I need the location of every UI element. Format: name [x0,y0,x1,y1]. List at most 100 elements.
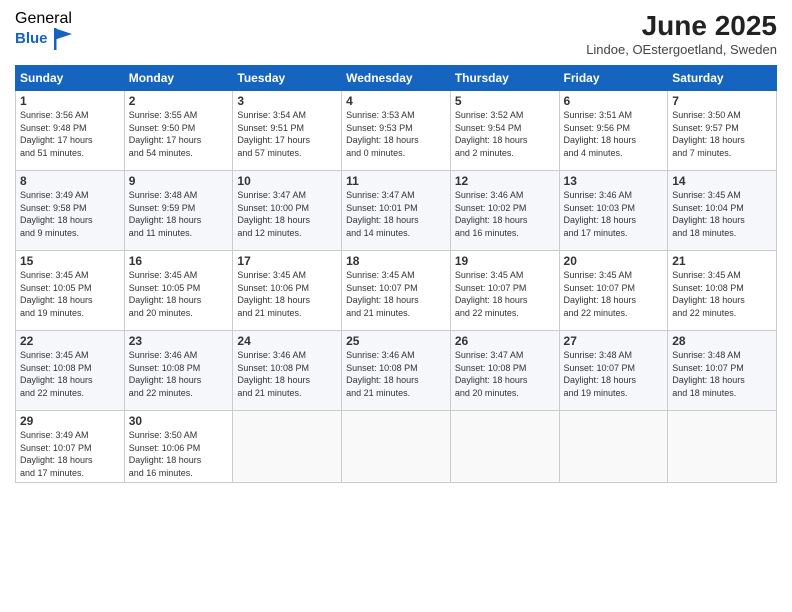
day-number: 24 [237,334,337,348]
day-number: 28 [672,334,772,348]
day-info: Sunrise: 3:56 AM Sunset: 9:48 PM Dayligh… [20,109,120,159]
calendar-day-header: Sunday [16,66,125,91]
day-number: 17 [237,254,337,268]
calendar-day-cell: 16Sunrise: 3:45 AM Sunset: 10:05 PM Dayl… [124,251,233,331]
calendar-day-cell: 28Sunrise: 3:48 AM Sunset: 10:07 PM Dayl… [668,331,777,411]
day-info: Sunrise: 3:47 AM Sunset: 10:08 PM Daylig… [455,349,555,399]
day-info: Sunrise: 3:49 AM Sunset: 9:58 PM Dayligh… [20,189,120,239]
title-section: June 2025 Lindoe, OEstergoetland, Sweden [586,10,777,57]
day-info: Sunrise: 3:47 AM Sunset: 10:00 PM Daylig… [237,189,337,239]
calendar-day-cell: 5Sunrise: 3:52 AM Sunset: 9:54 PM Daylig… [450,91,559,171]
day-number: 16 [129,254,229,268]
day-info: Sunrise: 3:45 AM Sunset: 10:05 PM Daylig… [129,269,229,319]
logo-general: General [15,10,72,28]
day-info: Sunrise: 3:46 AM Sunset: 10:08 PM Daylig… [237,349,337,399]
calendar-day-cell: 23Sunrise: 3:46 AM Sunset: 10:08 PM Dayl… [124,331,233,411]
day-number: 21 [672,254,772,268]
calendar-day-cell: 2Sunrise: 3:55 AM Sunset: 9:50 PM Daylig… [124,91,233,171]
calendar-day-cell: 19Sunrise: 3:45 AM Sunset: 10:07 PM Dayl… [450,251,559,331]
calendar-day-cell: 15Sunrise: 3:45 AM Sunset: 10:05 PM Dayl… [16,251,125,331]
day-info: Sunrise: 3:48 AM Sunset: 10:07 PM Daylig… [672,349,772,399]
calendar-day-cell: 12Sunrise: 3:46 AM Sunset: 10:02 PM Dayl… [450,171,559,251]
day-number: 26 [455,334,555,348]
calendar-day-cell [668,411,777,483]
calendar-header-row: SundayMondayTuesdayWednesdayThursdayFrid… [16,66,777,91]
calendar-day-cell: 4Sunrise: 3:53 AM Sunset: 9:53 PM Daylig… [342,91,451,171]
day-number: 3 [237,94,337,108]
day-number: 18 [346,254,446,268]
day-number: 12 [455,174,555,188]
day-number: 13 [564,174,664,188]
calendar-day-cell: 13Sunrise: 3:46 AM Sunset: 10:03 PM Dayl… [559,171,668,251]
day-info: Sunrise: 3:45 AM Sunset: 10:08 PM Daylig… [20,349,120,399]
day-number: 27 [564,334,664,348]
calendar-day-header: Tuesday [233,66,342,91]
day-number: 14 [672,174,772,188]
calendar-day-cell: 7Sunrise: 3:50 AM Sunset: 9:57 PM Daylig… [668,91,777,171]
calendar-day-cell: 30Sunrise: 3:50 AM Sunset: 10:06 PM Dayl… [124,411,233,483]
calendar-day-cell [342,411,451,483]
logo-flag-icon [54,28,72,50]
header: General Blue June 2025 Lindoe, OEstergoe… [15,10,777,57]
day-info: Sunrise: 3:45 AM Sunset: 10:04 PM Daylig… [672,189,772,239]
calendar-day-cell: 9Sunrise: 3:48 AM Sunset: 9:59 PM Daylig… [124,171,233,251]
day-number: 2 [129,94,229,108]
day-info: Sunrise: 3:47 AM Sunset: 10:01 PM Daylig… [346,189,446,239]
calendar-day-cell: 27Sunrise: 3:48 AM Sunset: 10:07 PM Dayl… [559,331,668,411]
day-info: Sunrise: 3:46 AM Sunset: 10:03 PM Daylig… [564,189,664,239]
day-info: Sunrise: 3:50 AM Sunset: 9:57 PM Dayligh… [672,109,772,159]
day-info: Sunrise: 3:51 AM Sunset: 9:56 PM Dayligh… [564,109,664,159]
day-number: 29 [20,414,120,428]
day-number: 25 [346,334,446,348]
calendar-week-row: 8Sunrise: 3:49 AM Sunset: 9:58 PM Daylig… [16,171,777,251]
day-info: Sunrise: 3:54 AM Sunset: 9:51 PM Dayligh… [237,109,337,159]
day-info: Sunrise: 3:46 AM Sunset: 10:08 PM Daylig… [346,349,446,399]
calendar-week-row: 15 Sunrise: 3:45 AM Sunset: 10:05 PM Dayl… [16,251,777,331]
calendar-day-cell: 25Sunrise: 3:46 AM Sunset: 10:08 PM Dayl… [342,331,451,411]
day-number: 23 [129,334,229,348]
day-info: Sunrise: 3:48 AM Sunset: 10:07 PM Daylig… [564,349,664,399]
day-info: Sunrise: 3:46 AM Sunset: 10:08 PM Daylig… [129,349,229,399]
day-number: 11 [346,174,446,188]
calendar-day-cell: 21Sunrise: 3:45 AM Sunset: 10:08 PM Dayl… [668,251,777,331]
day-info: Sunrise: 3:45 AM Sunset: 10:08 PM Daylig… [672,269,772,319]
day-info: Sunrise: 3:53 AM Sunset: 9:53 PM Dayligh… [346,109,446,159]
calendar-day-cell: 6Sunrise: 3:51 AM Sunset: 9:56 PM Daylig… [559,91,668,171]
logo: General Blue [15,10,72,50]
subtitle: Lindoe, OEstergoetland, Sweden [586,42,777,57]
calendar-day-cell: 8Sunrise: 3:49 AM Sunset: 9:58 PM Daylig… [16,171,125,251]
calendar-day-header: Thursday [450,66,559,91]
day-info: Sunrise: 3:45 AM Sunset: 10:06 PM Daylig… [237,269,337,319]
calendar-week-row: 1Sunrise: 3:56 AM Sunset: 9:48 PM Daylig… [16,91,777,171]
day-number: 10 [237,174,337,188]
calendar-day-cell: 11Sunrise: 3:47 AM Sunset: 10:01 PM Dayl… [342,171,451,251]
calendar-day-cell: 29Sunrise: 3:49 AM Sunset: 10:07 PM Dayl… [16,411,125,483]
day-number: 1 [20,94,120,108]
main-title: June 2025 [586,10,777,42]
day-info: Sunrise: 3:50 AM Sunset: 10:06 PM Daylig… [129,429,229,479]
calendar-day-cell: 17Sunrise: 3:45 AM Sunset: 10:06 PM Dayl… [233,251,342,331]
calendar-day-cell: 10Sunrise: 3:47 AM Sunset: 10:00 PM Dayl… [233,171,342,251]
calendar-day-cell: 1Sunrise: 3:56 AM Sunset: 9:48 PM Daylig… [16,91,125,171]
calendar-day-cell [559,411,668,483]
day-number: 30 [129,414,229,428]
day-info: Sunrise: 3:45 AM Sunset: 10:07 PM Daylig… [455,269,555,319]
calendar-day-cell: 14Sunrise: 3:45 AM Sunset: 10:04 PM Dayl… [668,171,777,251]
calendar-day-cell: 26Sunrise: 3:47 AM Sunset: 10:08 PM Dayl… [450,331,559,411]
day-number: 5 [455,94,555,108]
day-number: 20 [564,254,664,268]
day-number: 19 [455,254,555,268]
calendar-day-cell [450,411,559,483]
day-number: 15 [20,254,120,268]
calendar-day-header: Monday [124,66,233,91]
calendar-day-cell: 24Sunrise: 3:46 AM Sunset: 10:08 PM Dayl… [233,331,342,411]
logo-text: General Blue [15,10,72,50]
day-info: Sunrise: 3:52 AM Sunset: 9:54 PM Dayligh… [455,109,555,159]
day-info: Sunrise: 3:46 AM Sunset: 10:02 PM Daylig… [455,189,555,239]
day-number: 22 [20,334,120,348]
calendar-day-cell: 18Sunrise: 3:45 AM Sunset: 10:07 PM Dayl… [342,251,451,331]
day-number: 4 [346,94,446,108]
calendar-day-header: Wednesday [342,66,451,91]
logo-blue: Blue [15,28,72,50]
calendar-day-cell: 3Sunrise: 3:54 AM Sunset: 9:51 PM Daylig… [233,91,342,171]
